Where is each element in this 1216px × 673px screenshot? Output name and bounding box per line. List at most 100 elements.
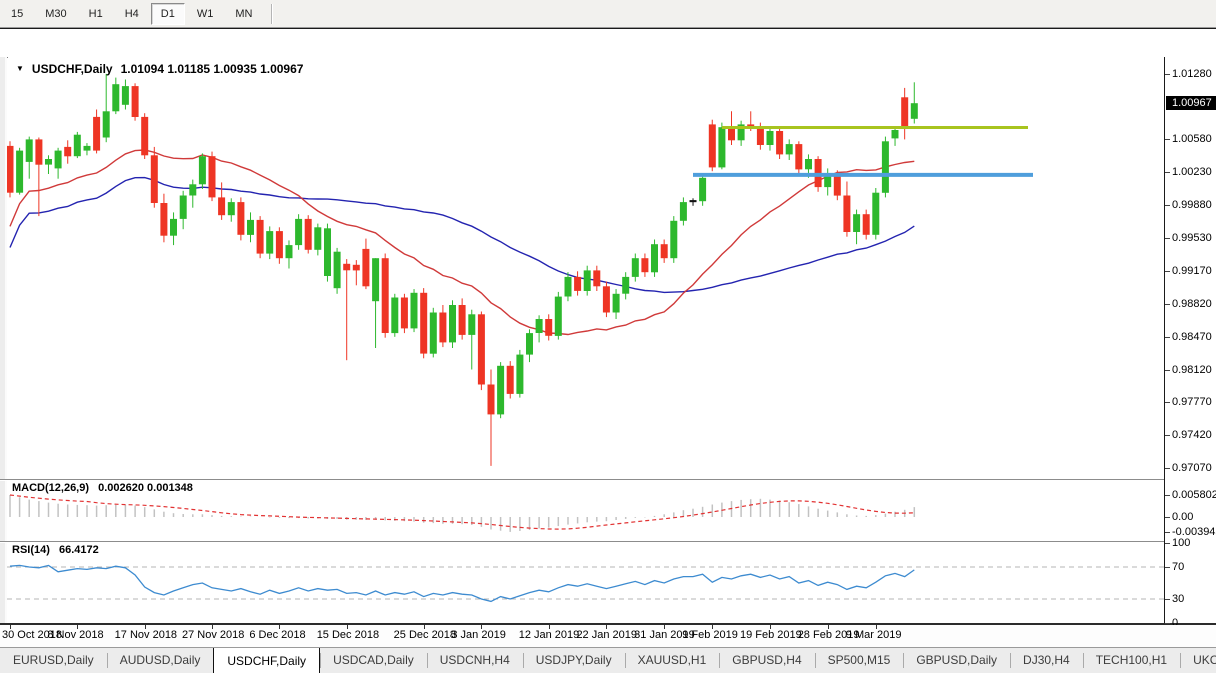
- macd-values: 0.002620 0.001348: [98, 482, 193, 494]
- candle: [901, 88, 908, 139]
- chart-tab-dj30-h4[interactable]: DJ30,H4: [1010, 648, 1083, 673]
- price-axis-label: 0.99880: [1172, 199, 1212, 211]
- candle: [478, 312, 485, 391]
- candle: [7, 141, 14, 197]
- date-axis-label: 19 Feb 2019: [740, 629, 802, 641]
- chart-tab-usdchf-daily[interactable]: USDCHF,Daily: [213, 647, 320, 673]
- candle: [718, 123, 725, 170]
- candle: [362, 239, 369, 290]
- candle: [314, 224, 321, 256]
- chart-ohlc-quote: 1.01094 1.01185 1.00935 1.00967: [121, 62, 304, 76]
- candle: [353, 260, 360, 285]
- date-axis-label: 17 Nov 2018: [115, 629, 177, 641]
- candle: [892, 127, 899, 146]
- price-axis-label: 1.00230: [1172, 166, 1212, 178]
- price-axis-label: 0.98120: [1172, 364, 1212, 376]
- chart-dropdown-icon[interactable]: ▼: [16, 64, 24, 73]
- candle: [45, 155, 52, 174]
- candle: [824, 168, 831, 195]
- candle: [382, 254, 389, 338]
- price-axis-label: 0.99170: [1172, 265, 1212, 277]
- candle: [439, 305, 446, 347]
- candle: [584, 266, 591, 296]
- candle: [651, 240, 658, 277]
- candle: [670, 216, 677, 263]
- date-axis-label: 15 Dec 2018: [317, 629, 379, 641]
- timeframe-button-mn[interactable]: MN: [225, 3, 262, 25]
- timeframe-toolbar: 15M30H1H4D1W1MN: [0, 0, 1216, 28]
- rsi-indicator-panel[interactable]: [7, 543, 1164, 623]
- candle: [141, 113, 148, 159]
- candle: [767, 126, 774, 150]
- candle: [738, 121, 745, 146]
- date-axis-label: 27 Nov 2018: [182, 629, 244, 641]
- candle: [555, 292, 562, 340]
- price-axis-label: 0.97420: [1172, 429, 1212, 441]
- candle: [863, 210, 870, 240]
- candle: [266, 226, 273, 259]
- chart-tab-usdcnh-h4[interactable]: USDCNH,H4: [427, 648, 523, 673]
- date-axis-label: 9 Feb 2019: [682, 629, 738, 641]
- candle: [257, 216, 264, 258]
- candle: [507, 361, 514, 398]
- candle: [324, 224, 331, 282]
- candle: [622, 272, 629, 299]
- toolbar-separator: [271, 4, 273, 24]
- price-axis-label: 1.01280: [1172, 68, 1212, 80]
- candle: [160, 194, 167, 243]
- chart-tab-audusd-daily[interactable]: AUDUSD,Daily: [107, 648, 214, 673]
- candle: [786, 139, 793, 160]
- candle: [247, 212, 254, 242]
- candle: [305, 215, 312, 253]
- candle: [132, 83, 139, 120]
- price-axis-label: 0.97070: [1172, 462, 1212, 474]
- timeframe-button-h4[interactable]: H4: [115, 3, 149, 25]
- price-axis-label: 0.98470: [1172, 331, 1212, 343]
- price-axis[interactable]: 1.012801.005801.002300.998800.995300.991…: [1164, 57, 1216, 623]
- main-price-chart[interactable]: [7, 58, 1164, 479]
- candle: [459, 298, 466, 339]
- chart-tab-ukc[interactable]: UKC: [1180, 648, 1216, 673]
- chart-tab-usdcad-daily[interactable]: USDCAD,Daily: [320, 648, 427, 673]
- candle: [690, 198, 697, 206]
- price-axis-label: 1.00580: [1172, 133, 1212, 145]
- candle: [843, 182, 850, 237]
- candle: [872, 188, 879, 240]
- chart-tab-eurusd-daily[interactable]: EURUSD,Daily: [0, 648, 107, 673]
- candle: [74, 132, 81, 158]
- candle: [334, 248, 341, 294]
- date-axis-label: 8 Nov 2018: [47, 629, 103, 641]
- rsi-line: [10, 565, 914, 601]
- chart-tab-usdjpy-daily[interactable]: USDJPY,Daily: [523, 648, 625, 673]
- timeframe-button-d1[interactable]: D1: [151, 3, 185, 25]
- candle: [526, 329, 533, 362]
- candle: [795, 141, 802, 174]
- chart-symbol-label: USDCHF,Daily: [32, 62, 113, 76]
- chart-tab-tech100-h1[interactable]: TECH100,H1: [1083, 648, 1180, 673]
- timeframe-button-m30[interactable]: M30: [35, 3, 76, 25]
- candle: [603, 282, 610, 318]
- ma-slow-line: [10, 178, 914, 293]
- date-axis-label: 25 Dec 2018: [394, 629, 456, 641]
- timeframe-button-15[interactable]: 15: [1, 3, 33, 25]
- rsi-label-row: RSI(14) 66.4172: [12, 544, 99, 556]
- chart-tab-sp500-m15[interactable]: SP500,M15: [815, 648, 904, 673]
- mt4-terminal: { "toolbar": { "timeframes": ["15", "M30…: [0, 0, 1216, 644]
- candle: [632, 254, 639, 282]
- chart-tab-gbpusd-h4[interactable]: GBPUSD,H4: [719, 648, 814, 673]
- candle: [372, 258, 379, 348]
- candle: [26, 137, 33, 179]
- candle: [411, 289, 418, 332]
- candle: [16, 148, 23, 195]
- timeframe-button-h1[interactable]: H1: [79, 3, 113, 25]
- rsi-value: 66.4172: [59, 544, 99, 556]
- candle: [420, 288, 427, 358]
- chart-tab-xauusd-h1[interactable]: XAUUSD,H1: [625, 648, 720, 673]
- candle: [680, 197, 687, 225]
- chart-tab-gbpusd-daily[interactable]: GBPUSD,Daily: [903, 648, 1010, 673]
- candle: [64, 140, 71, 163]
- macd-axis-label: 0.005802: [1172, 489, 1216, 501]
- timeframe-button-w1[interactable]: W1: [187, 3, 224, 25]
- candle: [709, 120, 716, 172]
- symbol-tab-bar: EURUSD,DailyAUDUSD,DailyUSDCHF,DailyUSDC…: [0, 647, 1216, 673]
